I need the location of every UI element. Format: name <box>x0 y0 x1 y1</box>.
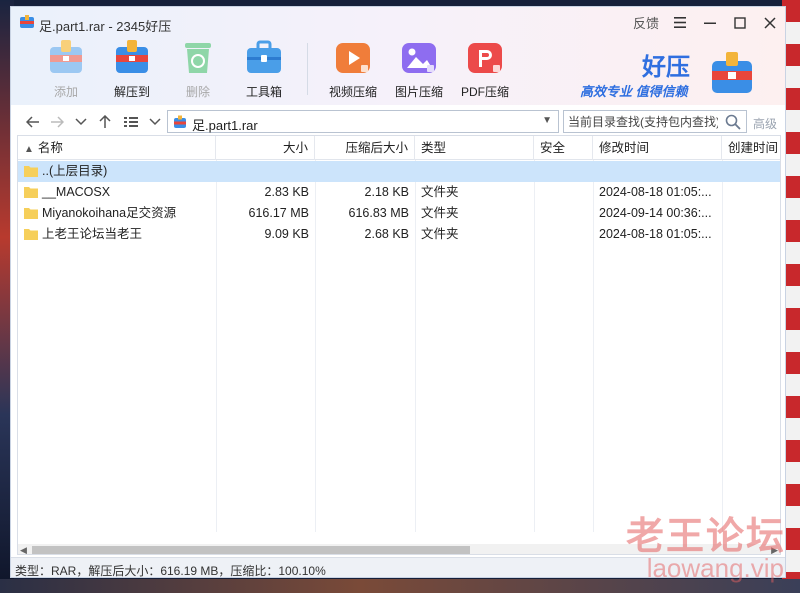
search-box <box>563 110 747 133</box>
image-compress-label: 图片压缩 <box>394 85 443 99</box>
row-packed-size: 616.83 MB <box>348 206 409 220</box>
minimize-icon[interactable] <box>701 14 719 32</box>
horizontal-scrollbar[interactable]: ◀ ▶ <box>18 544 780 554</box>
history-dropdown-icon[interactable] <box>71 112 91 132</box>
up-folder-icon[interactable] <box>95 112 115 132</box>
address-dropdown-icon[interactable]: ▼ <box>542 115 552 126</box>
scrollbar-thumb[interactable] <box>32 546 470 554</box>
row-name: 上老王论坛当老王 <box>42 227 143 241</box>
row-name: __MACOSX <box>42 185 111 199</box>
row-type: 文件夹 <box>421 227 459 241</box>
feedback-link[interactable]: 反馈 <box>633 13 659 32</box>
status-bar: 类型：RAR，解压后大小：616.19 MB，压缩比：100.10% <box>11 557 785 578</box>
table-row[interactable]: 上老王论坛当老王 9.09 KB 2.68 KB 文件夹 2024-08-18 … <box>18 224 780 245</box>
app-window: 足.part1.rar - 2345好压 反馈 添加 解压到 删除 工具箱 视频… <box>10 6 786 578</box>
extract-box-icon <box>116 40 148 73</box>
table-row-parent[interactable]: ..(上层目录) <box>18 161 780 182</box>
row-type: 文件夹 <box>421 206 459 220</box>
address-bar[interactable]: 足.part1.rar ▼ <box>167 110 559 133</box>
video-compress-button[interactable]: 视频压缩 <box>320 37 386 103</box>
forward-arrow-icon[interactable] <box>47 112 67 132</box>
desktop-wallpaper-bottom <box>0 579 800 593</box>
sort-up-icon: ▲ <box>24 144 34 155</box>
archive-icon <box>174 115 186 128</box>
brand-logo: 好压 高效专业 值得信赖 <box>580 47 755 101</box>
recycle-bin-icon <box>185 43 211 73</box>
column-type[interactable]: 类型 <box>415 136 534 160</box>
table-row[interactable]: __MACOSX 2.83 KB 2.18 KB 文件夹 2024-08-18 … <box>18 182 780 203</box>
window-controls: 反馈 <box>633 13 779 32</box>
pdf-compress-icon <box>468 43 502 73</box>
file-list-header: ▲ 名称 大小 压缩后大小 类型 安全 修改时间 创建时间 <box>18 136 780 160</box>
row-size: 9.09 KB <box>264 227 309 241</box>
row-name: ..(上层目录) <box>42 164 108 178</box>
file-list: ▲ 名称 大小 压缩后大小 类型 安全 修改时间 创建时间 ..(上层目录) __… <box>17 135 781 555</box>
row-name: Miyanokoihana足交资源 <box>42 206 177 220</box>
row-modified: 2024-08-18 01:05:... <box>599 227 712 241</box>
delete-button[interactable]: 删除 <box>165 37 231 103</box>
pdf-compress-label: PDF压缩 <box>460 85 509 99</box>
column-packed-size[interactable]: 压缩后大小 <box>315 136 415 160</box>
row-type: 文件夹 <box>421 185 459 199</box>
toolbox-label: 工具箱 <box>245 85 282 99</box>
address-path: 足.part1.rar <box>192 118 258 133</box>
row-size: 616.17 MB <box>248 206 309 220</box>
row-modified: 2024-09-14 00:36:... <box>599 206 712 220</box>
brand-box-icon <box>712 52 752 93</box>
window-title: 足.part1.rar - 2345好压 <box>39 19 172 34</box>
row-packed-size: 2.68 KB <box>364 227 409 241</box>
brand-slogan: 高效专业 值得信赖 <box>580 84 688 99</box>
search-icon[interactable] <box>724 113 742 131</box>
row-size: 2.83 KB <box>264 185 309 199</box>
toolbar-divider <box>307 43 308 95</box>
video-compress-icon <box>336 43 370 73</box>
toolbox-button[interactable]: 工具箱 <box>231 37 297 103</box>
menu-icon[interactable] <box>671 14 689 32</box>
back-arrow-icon[interactable] <box>23 112 43 132</box>
maximize-icon[interactable] <box>731 14 749 32</box>
toolbox-icon <box>247 40 281 73</box>
column-security[interactable]: 安全 <box>534 136 593 160</box>
delete-label: 删除 <box>185 85 210 99</box>
scroll-left-icon[interactable]: ◀ <box>20 544 27 554</box>
app-logo-icon <box>20 15 34 28</box>
table-row[interactable]: Miyanokoihana足交资源 616.17 MB 616.83 MB 文件… <box>18 203 780 224</box>
add-box-icon <box>50 40 82 73</box>
scroll-right-icon[interactable]: ▶ <box>771 544 778 554</box>
row-modified: 2024-08-18 01:05:... <box>599 185 712 199</box>
column-created[interactable]: 创建时间 <box>722 136 780 160</box>
close-icon[interactable] <box>761 14 779 32</box>
add-button[interactable]: 添加 <box>33 37 99 103</box>
column-name[interactable]: ▲ 名称 <box>18 136 216 160</box>
address-row: 足.part1.rar ▼ 高级 <box>11 109 785 135</box>
add-label: 添加 <box>53 85 78 99</box>
title-bar[interactable]: 足.part1.rar - 2345好压 反馈 <box>11 7 785 37</box>
column-modified[interactable]: 修改时间 <box>593 136 722 160</box>
status-text: 类型：RAR，解压后大小：616.19 MB，压缩比：100.10% <box>15 564 326 578</box>
main-toolbar: 添加 解压到 删除 工具箱 视频压缩 图片压缩 PDF压缩 <box>33 37 518 103</box>
row-packed-size: 2.18 KB <box>364 185 409 199</box>
image-compress-button[interactable]: 图片压缩 <box>386 37 452 103</box>
pdf-compress-button[interactable]: PDF压缩 <box>452 37 518 103</box>
brand-name: 好压 <box>642 54 690 81</box>
search-input[interactable] <box>568 114 718 130</box>
view-mode-icon[interactable] <box>121 112 141 132</box>
advanced-search-link[interactable]: 高级 <box>753 115 777 132</box>
image-compress-icon <box>402 43 436 73</box>
video-compress-label: 视频压缩 <box>328 85 377 99</box>
column-size[interactable]: 大小 <box>216 136 315 160</box>
view-dropdown-icon[interactable] <box>145 112 165 132</box>
extract-to-label: 解压到 <box>113 85 150 99</box>
window-header: 足.part1.rar - 2345好压 反馈 添加 解压到 删除 工具箱 视频… <box>11 7 785 105</box>
extract-to-button[interactable]: 解压到 <box>99 37 165 103</box>
